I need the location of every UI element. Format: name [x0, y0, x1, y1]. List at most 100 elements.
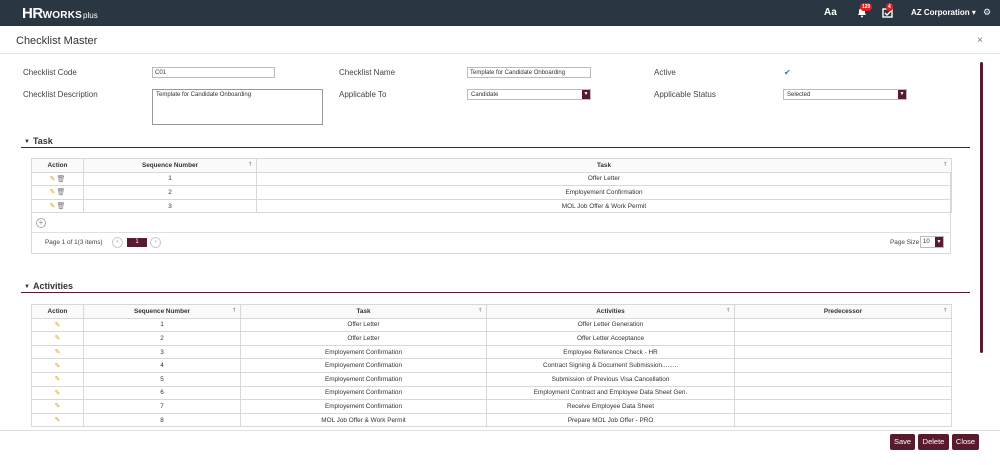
filter-icon[interactable]: ⍒ [943, 162, 947, 169]
page-size-label: Page Size [890, 239, 920, 246]
company-selector[interactable]: AZ Corporation ▾ [911, 8, 976, 17]
vertical-scrollbar[interactable] [980, 62, 983, 353]
dropdown-caret-icon: ▼ [935, 237, 943, 247]
row-actions: ✎ [31, 344, 84, 360]
active-label: Active [654, 68, 676, 77]
page-1-button[interactable]: 1 [127, 238, 147, 247]
edit-pencil-icon[interactable]: ✎ [55, 349, 61, 356]
edit-pencil-icon[interactable]: ✎ [55, 363, 61, 370]
collapse-caret-icon: ▼ [24, 284, 30, 290]
row-actions: ✎ [31, 412, 84, 428]
checklist-name-label: Checklist Name [339, 68, 396, 77]
checklist-name-input[interactable]: Template for Candidate Onboarding [467, 67, 591, 78]
notifications-badge: 120 [860, 3, 873, 11]
table-row: ✎ 6 Employement Confirmation Employment Con… [31, 385, 952, 401]
applicable-to-label: Applicable To [339, 90, 387, 99]
task-col-sequence[interactable]: Sequence Number ⍒ [83, 158, 257, 173]
task-col-action: Action [31, 158, 84, 173]
row-actions: ✎🗑 [31, 171, 84, 187]
table-row: ✎🗑 2 Employement Confirmation [31, 185, 952, 200]
row-actions: ✎ [31, 358, 84, 373]
settings-gear-icon[interactable]: ⚙ [983, 7, 991, 18]
activities-section-divider [21, 292, 970, 293]
table-row: ✎ 4 Employement Confirmation Contract Signi… [31, 358, 952, 373]
row-actions: ✎ [31, 385, 84, 401]
collapse-caret-icon: ▼ [24, 139, 30, 145]
activities-col-activities[interactable]: Activities ⍒ [486, 304, 735, 319]
tasks-icon[interactable]: 4 [882, 3, 894, 18]
activities-grid: Action Sequence Number ⍒ Task ⍒ Activities… [31, 304, 952, 428]
task-section-header[interactable]: ▼ Task [24, 136, 53, 146]
checklist-code-input[interactable]: C01 [152, 67, 275, 78]
app-logo[interactable]: HR WORKS plus [22, 5, 98, 22]
delete-trash-icon[interactable]: 🗑 [56, 203, 65, 210]
pager-divider [31, 232, 951, 233]
edit-pencil-icon[interactable]: ✎ [50, 203, 56, 210]
applicable-status-label: Applicable Status [654, 90, 716, 99]
table-row: ✎ 3 Employement Confirmation Employee Refer… [31, 344, 952, 360]
applicable-status-value: Selected [787, 92, 811, 98]
table-row: ✎🗑 1 Offer Letter [31, 171, 952, 187]
edit-pencil-icon[interactable]: ✎ [55, 376, 61, 383]
footer-divider [0, 430, 1000, 431]
tasks-badge: 4 [886, 3, 893, 11]
dropdown-caret-icon: ▼ [898, 90, 906, 99]
activities-col-task[interactable]: Task ⍒ [240, 304, 487, 319]
active-checkbox[interactable]: ✔ [784, 69, 792, 77]
delete-trash-icon[interactable]: 🗑 [56, 176, 65, 183]
dropdown-caret-icon: ▼ [582, 90, 590, 99]
top-bar: HR WORKS plus Aa 120 4 AZ Corporation ▾ ⚙ [0, 0, 1000, 26]
edit-pencil-icon[interactable]: ✎ [55, 335, 61, 342]
close-icon[interactable]: × [977, 35, 983, 46]
checklist-description-label: Checklist Description [23, 90, 98, 99]
title-divider [0, 53, 1000, 54]
activities-col-predecessor[interactable]: Predecessor ⍒ [734, 304, 952, 319]
row-actions: ✎🗑 [31, 198, 84, 214]
next-page-button[interactable]: › [150, 237, 161, 248]
filter-icon[interactable]: ⍒ [478, 308, 482, 315]
checklist-description-input[interactable]: Template for Candidate Onboarding [152, 89, 323, 125]
row-actions: ✎ [31, 317, 84, 333]
delete-button[interactable]: Delete [918, 434, 949, 450]
notifications-icon[interactable]: 120 [856, 3, 873, 18]
filter-icon[interactable]: ⍒ [248, 162, 252, 169]
checklist-code-label: Checklist Code [23, 68, 77, 77]
activities-col-sequence[interactable]: Sequence Number ⍒ [83, 304, 241, 319]
table-row: ✎ 2 Offer Letter Offer Letter Acceptance [31, 331, 952, 346]
task-section-divider [21, 147, 970, 148]
filter-icon[interactable]: ⍒ [232, 308, 236, 315]
edit-pencil-icon[interactable]: ✎ [55, 390, 61, 397]
prev-page-button[interactable]: ‹ [112, 237, 123, 248]
task-col-task[interactable]: Task ⍒ [256, 158, 952, 173]
table-row: ✎🗑 3 MOL Job Offer & Work Permit [31, 198, 952, 214]
edit-pencil-icon[interactable]: ✎ [50, 189, 56, 196]
delete-trash-icon[interactable]: 🗑 [56, 189, 65, 196]
page-size-select[interactable]: 10 ▼ [920, 236, 944, 248]
edit-pencil-icon[interactable]: ✎ [55, 403, 61, 410]
row-actions: ✎ [31, 399, 84, 414]
add-task-icon[interactable]: + [36, 218, 46, 228]
edit-pencil-icon[interactable]: ✎ [55, 322, 61, 329]
applicable-status-select[interactable]: Selected ▼ [783, 89, 907, 100]
activities-section-header[interactable]: ▼ Activities [24, 281, 73, 291]
table-row: ✎ 7 Employement Confirmation Receive Employ… [31, 399, 952, 414]
table-row: ✎ 8 MOL Job Offer & Work Permit Prepare MOL… [31, 412, 952, 428]
applicable-to-value: Candidate [471, 92, 499, 98]
row-actions: ✎ [31, 331, 84, 346]
edit-pencil-icon[interactable]: ✎ [55, 417, 61, 424]
font-size-icon[interactable]: Aa [824, 7, 837, 18]
filter-icon[interactable]: ⍒ [726, 308, 730, 315]
table-row: ✎ 1 Offer Letter Offer Letter Generation [31, 317, 952, 333]
pager-info: Page 1 of 1(3 items) [45, 239, 103, 246]
activities-col-action: Action [31, 304, 84, 319]
applicable-to-select[interactable]: Candidate ▼ [467, 89, 591, 100]
close-button[interactable]: Close [952, 434, 979, 450]
task-grid: Action Sequence Number ⍒ Task ⍒ ✎🗑 1 Offer… [31, 158, 952, 214]
save-button[interactable]: Save [890, 434, 915, 450]
table-row: ✎ 5 Employement Confirmation Submission of … [31, 371, 952, 387]
row-actions: ✎ [31, 371, 84, 387]
filter-icon[interactable]: ⍒ [943, 308, 947, 315]
edit-pencil-icon[interactable]: ✎ [50, 176, 56, 183]
row-actions: ✎🗑 [31, 185, 84, 200]
page-title: Checklist Master [16, 35, 98, 47]
